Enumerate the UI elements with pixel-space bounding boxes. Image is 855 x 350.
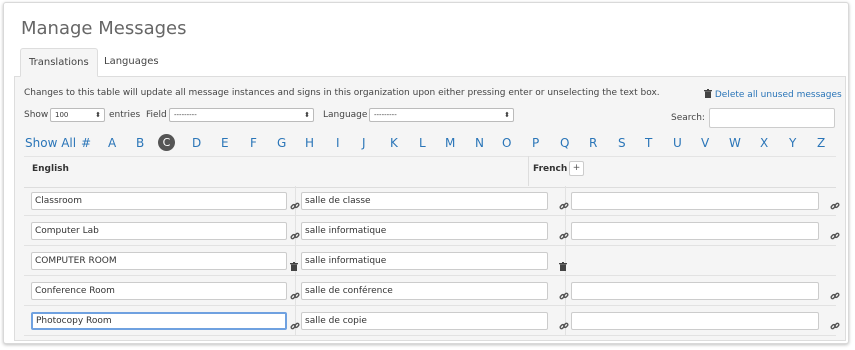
page-title: Manage Messages: [21, 18, 187, 39]
column-header-french: French: [533, 164, 568, 174]
field-select[interactable]: --------- ⬍: [169, 108, 314, 122]
link-icon[interactable]: [559, 286, 569, 300]
alpha-k[interactable]: K: [390, 136, 398, 150]
extra-input[interactable]: [571, 312, 819, 330]
alpha-g[interactable]: G: [277, 136, 286, 150]
english-input[interactable]: Photocopy Room: [31, 312, 287, 330]
english-input[interactable]: COMPUTER ROOM: [31, 252, 287, 270]
table-row: Classroom salle de classe: [24, 186, 840, 216]
alpha-q[interactable]: Q: [560, 136, 569, 150]
alpha-show-all[interactable]: Show All: [25, 136, 76, 150]
alpha-m[interactable]: M: [445, 136, 455, 150]
table-row: Photocopy Room salle de copie: [24, 306, 840, 336]
language-label: Language: [323, 110, 368, 120]
alpha-l[interactable]: L: [419, 136, 426, 150]
link-icon[interactable]: [559, 196, 569, 210]
link-icon[interactable]: [559, 316, 569, 330]
add-language-button[interactable]: +: [569, 161, 584, 176]
table-header: [24, 156, 836, 188]
alpha-s[interactable]: S: [618, 136, 626, 150]
english-input[interactable]: Conference Room: [31, 282, 287, 300]
entries-select-value: 100: [55, 111, 69, 119]
header-divider: [528, 156, 529, 186]
alpha-n[interactable]: N: [475, 136, 484, 150]
french-input[interactable]: salle de conférence: [301, 282, 548, 300]
alpha-u[interactable]: U: [673, 136, 682, 150]
language-select[interactable]: --------- ⬍: [369, 108, 514, 122]
delete-unused-label: Delete all unused messages: [714, 90, 842, 100]
alpha-hash[interactable]: #: [81, 136, 91, 150]
window-frame: Manage Messages Translations Languages C…: [3, 2, 849, 344]
notice-text: Changes to this table will update all me…: [24, 88, 660, 98]
link-icon[interactable]: [830, 196, 840, 210]
alpha-o[interactable]: O: [502, 136, 511, 150]
show-label: Show: [24, 110, 49, 120]
link-icon[interactable]: [290, 286, 300, 300]
link-icon[interactable]: [830, 316, 840, 330]
extra-input[interactable]: [571, 282, 819, 300]
link-icon[interactable]: [290, 316, 300, 330]
extra-input[interactable]: [571, 192, 819, 210]
alpha-w[interactable]: W: [729, 136, 741, 150]
alpha-h[interactable]: H: [305, 136, 314, 150]
tab-languages[interactable]: Languages: [96, 48, 167, 77]
select-caret-icon: ⬍: [504, 111, 510, 119]
search-label: Search:: [671, 113, 705, 123]
alpha-c-active[interactable]: C: [158, 134, 175, 151]
language-select-value: ---------: [374, 111, 397, 119]
alpha-z[interactable]: Z: [817, 136, 825, 150]
alpha-a[interactable]: A: [108, 136, 116, 150]
english-input[interactable]: Computer Lab: [31, 222, 287, 240]
field-select-value: ---------: [174, 111, 197, 119]
delete-unused-link[interactable]: Delete all unused messages: [704, 88, 842, 100]
french-input[interactable]: salle de classe: [301, 192, 548, 210]
link-icon[interactable]: [830, 286, 840, 300]
select-caret-icon: ⬍: [95, 111, 101, 119]
french-input[interactable]: salle de copie: [301, 312, 548, 330]
field-label: Field: [146, 110, 167, 120]
alpha-r[interactable]: R: [589, 136, 597, 150]
alpha-b[interactable]: B: [136, 136, 144, 150]
search-input[interactable]: [709, 108, 835, 128]
alpha-j[interactable]: J: [362, 136, 366, 150]
column-header-english: English: [32, 164, 69, 174]
select-caret-icon: ⬍: [304, 111, 310, 119]
trash-icon[interactable]: [290, 256, 300, 271]
table-row: COMPUTER ROOM salle informatique: [24, 246, 836, 276]
entries-select[interactable]: 100 ⬍: [50, 108, 105, 122]
trash-icon[interactable]: [559, 256, 569, 271]
link-icon[interactable]: [290, 196, 300, 210]
extra-input[interactable]: [571, 222, 819, 240]
alpha-d[interactable]: D: [192, 136, 201, 150]
english-input[interactable]: Classroom: [31, 192, 287, 210]
link-icon[interactable]: [290, 226, 300, 240]
link-icon[interactable]: [830, 226, 840, 240]
french-input[interactable]: salle informatique: [301, 222, 548, 240]
table-row: Conference Room salle de conférence: [24, 276, 840, 306]
alpha-f[interactable]: F: [250, 136, 257, 150]
translations-panel: Changes to this table will update all me…: [14, 76, 846, 341]
link-icon[interactable]: [559, 226, 569, 240]
alpha-e[interactable]: E: [221, 136, 229, 150]
alpha-i[interactable]: I: [336, 136, 340, 150]
alpha-v[interactable]: V: [701, 136, 709, 150]
alpha-x[interactable]: X: [760, 136, 768, 150]
trash-icon: [704, 89, 712, 98]
alpha-y[interactable]: Y: [789, 136, 796, 150]
tab-translations[interactable]: Translations: [20, 48, 98, 77]
table-row: Computer Lab salle informatique: [24, 216, 840, 246]
alpha-p[interactable]: P: [532, 136, 539, 150]
alpha-t[interactable]: T: [645, 136, 652, 150]
french-input[interactable]: salle informatique: [301, 252, 548, 270]
entries-label: entries: [109, 110, 141, 120]
